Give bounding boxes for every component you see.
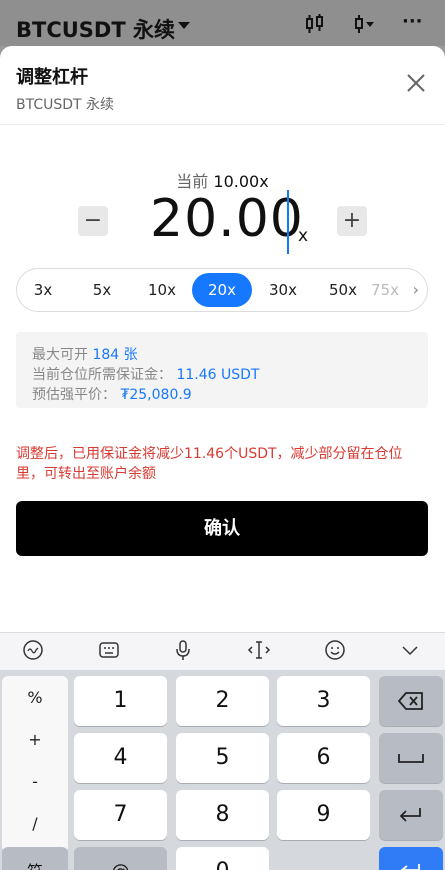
margin-label: 当前仓位所需保证金： <box>32 367 172 383</box>
keyboard-toolbar <box>0 632 445 670</box>
liquidation-row: 预估强平价： ₮25,080.9 <box>32 384 192 404</box>
emoji-icon[interactable] <box>322 639 348 665</box>
more-icon[interactable]: ··· <box>402 11 423 32</box>
margin-value: 11.46 USDT <box>176 367 260 383</box>
leverage-preset-bar: 3x 5x 10x 20x 30x 50x 75x › <box>16 268 428 312</box>
preset-10x[interactable]: 10x <box>132 273 192 307</box>
preset-5x[interactable]: 5x <box>72 273 132 307</box>
max-open-value: 184 张 <box>92 347 138 363</box>
space-key[interactable] <box>379 733 443 783</box>
backspace-key[interactable] <box>379 676 443 726</box>
divider <box>0 124 445 125</box>
key-plus[interactable]: + <box>2 720 68 760</box>
key-2[interactable]: 2 <box>176 676 269 726</box>
preset-3x[interactable]: 3x <box>17 273 73 307</box>
chevron-right-icon[interactable]: › <box>413 280 419 299</box>
key-4[interactable]: 4 <box>74 733 167 783</box>
key-percent[interactable]: % <box>2 678 68 718</box>
key-0[interactable]: 0 <box>176 847 269 870</box>
key-7[interactable]: 7 <box>74 790 167 840</box>
liquidation-value: ₮25,080.9 <box>120 387 192 403</box>
key-5[interactable]: 5 <box>176 733 269 783</box>
leverage-input[interactable]: 20.00 <box>150 189 304 249</box>
max-open-row: 最大可开 184 张 <box>32 344 138 364</box>
preset-20x[interactable]: 20x <box>192 273 252 307</box>
key-minus[interactable]: - <box>2 762 68 802</box>
sheet-subtitle: BTCUSDT 永续 <box>16 97 115 113</box>
adjust-leverage-sheet: 调整杠杆 BTCUSDT 永续 当前 10.00x − 20.00 x + 3x… <box>0 46 445 632</box>
key-at[interactable]: @ <box>74 847 167 870</box>
kline-dropdown-icon[interactable] <box>354 14 376 39</box>
leverage-info-box: 最大可开 184 张 当前仓位所需保证金： 11.46 USDT 预估强平价： … <box>16 332 428 408</box>
collapse-keyboard-icon[interactable] <box>397 639 423 665</box>
key-slash[interactable]: / <box>2 804 68 844</box>
key-9[interactable]: 9 <box>277 790 370 840</box>
key-3[interactable]: 3 <box>277 676 370 726</box>
app-bar: BTCUSDT 永续 ··· <box>0 0 445 46</box>
text-cursor <box>287 190 289 254</box>
submit-key[interactable] <box>379 847 443 870</box>
preset-75x[interactable]: 75x <box>365 273 405 307</box>
symbol-switch-key[interactable]: 符 <box>2 847 68 870</box>
symbol-dropdown-icon[interactable] <box>178 22 190 29</box>
symbol-column: % + - / <box>2 676 68 852</box>
candlestick-icon[interactable] <box>304 14 326 39</box>
key-1[interactable]: 1 <box>74 676 167 726</box>
sheet-title: 调整杠杆 <box>16 67 88 88</box>
liquidation-label: 预估强平价： <box>32 387 116 403</box>
margin-row: 当前仓位所需保证金： 11.46 USDT <box>32 364 259 384</box>
confirm-button[interactable]: 确认 <box>16 501 428 556</box>
cursor-move-icon[interactable] <box>246 639 272 665</box>
microphone-icon[interactable] <box>170 639 196 665</box>
preset-50x[interactable]: 50x <box>313 273 373 307</box>
key-6[interactable]: 6 <box>277 733 370 783</box>
decrease-leverage-button[interactable]: − <box>78 206 108 236</box>
symbol-title[interactable]: BTCUSDT 永续 <box>16 14 175 44</box>
margin-warning-text: 调整后，已用保证金将减少11.46个USDT，减少部分留在仓位里，可转出至账户余… <box>16 446 403 482</box>
handwriting-icon[interactable] <box>20 639 46 665</box>
leverage-unit: x <box>298 226 309 246</box>
keyboard-icon[interactable] <box>96 639 122 665</box>
numeric-keyboard: % + - / 1 2 3 4 5 6 7 8 9 符 @ 0 <box>0 670 445 870</box>
close-icon[interactable] <box>405 72 427 94</box>
preset-30x[interactable]: 30x <box>253 273 313 307</box>
enter-key[interactable] <box>379 790 443 840</box>
increase-leverage-button[interactable]: + <box>337 206 367 236</box>
key-8[interactable]: 8 <box>176 790 269 840</box>
max-open-label: 最大可开 <box>32 347 88 363</box>
